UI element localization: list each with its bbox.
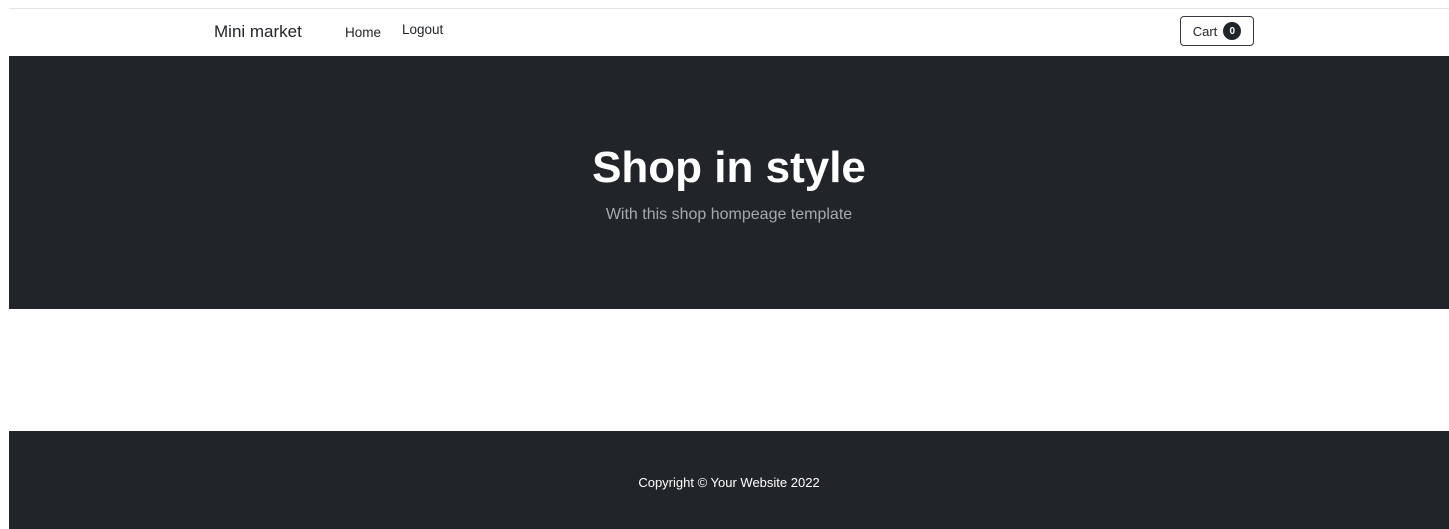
page: Mini market Home Logout Cart 0 Shop in s… xyxy=(0,0,1449,529)
footer-copyright: Copyright © Your Website 2022 xyxy=(638,475,820,490)
hero-title: Shop in style xyxy=(592,143,866,192)
cart-count-badge: 0 xyxy=(1223,22,1242,40)
hero-subtitle: With this shop hompeage template xyxy=(605,206,853,223)
cart-label: Cart xyxy=(1192,23,1218,39)
nav-link-logout[interactable]: Logout xyxy=(402,22,443,37)
nav-link-home[interactable]: Home xyxy=(345,25,381,40)
footer: Copyright © Your Website 2022 xyxy=(9,431,1449,529)
navbar: Mini market Home Logout Cart 0 xyxy=(9,9,1449,56)
hero-banner: Shop in style With this shop hompeage te… xyxy=(9,56,1449,309)
cart-button[interactable]: Cart 0 xyxy=(1180,16,1254,46)
brand-link[interactable]: Mini market xyxy=(214,22,302,42)
